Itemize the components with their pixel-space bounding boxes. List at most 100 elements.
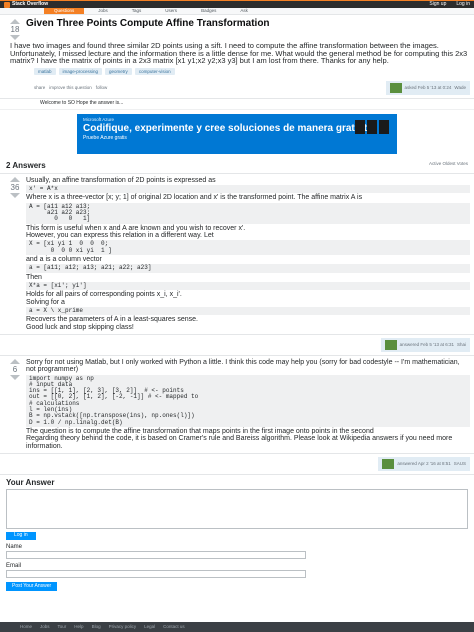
name-label: Name [6, 543, 23, 550]
answer-1-meta: answered Feb 5 '13 at 6:31 Shai [0, 335, 474, 356]
downvote-icon[interactable] [10, 192, 20, 198]
tag[interactable]: matlab [34, 67, 56, 75]
tag[interactable]: image-processing [58, 67, 103, 75]
upvote-icon[interactable] [10, 358, 20, 364]
footer-link[interactable]: Blog [92, 624, 101, 629]
answerer-card: answered Feb 5 '13 at 6:31 Shai [380, 337, 470, 352]
answerer-name[interactable]: Shai [457, 342, 466, 347]
answer-body: Sorry for not using Matlab, but I only w… [26, 359, 470, 450]
answer-text: Holds for all pairs of corresponding poi… [26, 291, 182, 299]
comment: Welcome to SO Hope the answer is... [0, 99, 474, 110]
login-button[interactable]: Log in [6, 532, 36, 540]
answerer-card: answered Apr 2 '16 at 8:51 SAUS [378, 457, 470, 471]
vote-count: 18 [10, 25, 20, 34]
asker-card: asked Feb 5 '13 at 0:24 Wade [385, 80, 470, 95]
answer-text: This form is useful when x and A are kno… [26, 224, 246, 232]
footer-link[interactable]: Tour [58, 624, 67, 629]
footer: Home Jobs Tour Help Blog Privacy policy … [0, 622, 474, 632]
answer-text: Solving for a [26, 298, 65, 306]
improve-link[interactable]: improve this question [49, 85, 92, 90]
code-block: X = [xi yi 1 0 0 0; 0 0 0 xi yi 1 ] [26, 240, 470, 255]
answer-text: Then [26, 273, 42, 281]
footer-link[interactable]: Contact us [163, 624, 185, 629]
your-answer-section: Your Answer Log in Name Email Post Your … [0, 475, 474, 594]
nav-users[interactable]: Users [155, 8, 187, 13]
ad-banner[interactable]: Microsoft Azure Codifique, experimente y… [77, 113, 397, 154]
footer-link[interactable]: Privacy policy [109, 624, 137, 629]
email-field[interactable] [6, 569, 306, 578]
answer-text: However, you can express this relation i… [26, 232, 214, 240]
code-block: import numpy as np # input data ins = [[… [26, 374, 470, 427]
question-meta: share improve this question follow asked… [0, 78, 474, 99]
code-block: A = [a11 a12 a13; a21 a22 a23; 0 0 1] [26, 202, 470, 224]
site-logo[interactable]: Stack Overflow [4, 0, 49, 8]
answers-header: 2 Answers Active Oldest Votes [0, 158, 474, 174]
answered-date: answered Apr 2 '16 at 8:51 [397, 461, 451, 467]
question-title[interactable]: Given Three Points Compute Affine Transf… [26, 18, 270, 40]
ad-graphic [355, 119, 389, 134]
nav-questions[interactable]: Questions [44, 8, 85, 14]
answer-text: Good luck and stop skipping class! [26, 323, 134, 331]
nav-bar: Questions Jobs Tags Users Badges Ask [0, 8, 474, 15]
ad-brand: Microsoft Azure [83, 116, 115, 122]
vote-count: 6 [12, 364, 18, 374]
vote-count: 36 [10, 182, 20, 192]
nav-ask[interactable]: Ask [230, 8, 258, 13]
footer-link[interactable]: Legal [144, 624, 155, 629]
share-link[interactable]: share [34, 85, 45, 90]
question-body: I have two images and found three simila… [10, 41, 468, 66]
top-bar: Stack Overflow Sign up Log in [0, 0, 474, 8]
ad-cta[interactable]: Pruebe Azure gratis [83, 135, 391, 142]
answers-count: 2 Answers [6, 160, 46, 170]
answerer-name[interactable]: SAUS [454, 461, 466, 466]
code-block: X*a = [xi'; yi'] [26, 281, 470, 291]
footer-link[interactable]: Help [74, 624, 83, 629]
answer-vote: 6 [4, 358, 26, 450]
code-block: a = [a11; a12; a13; a21; a22; a23] [26, 264, 470, 273]
question-vote: 18 [4, 19, 26, 41]
answer-2: 6 Sorry for not using Matlab, but I only… [0, 356, 474, 454]
answer-text: Recovers the parameters of A in a least-… [26, 316, 198, 324]
answered-date: answered Feb 5 '13 at 6:31 [399, 342, 454, 348]
site-name: Stack Overflow [12, 0, 49, 7]
answer-editor[interactable] [6, 489, 468, 530]
downvote-icon[interactable] [10, 375, 20, 381]
nav-tags[interactable]: Tags [122, 8, 152, 13]
answer-text: The question is to compute the affine tr… [26, 427, 374, 435]
follow-link[interactable]: follow [96, 85, 108, 90]
answer-body: Usually, an affine transformation of 2D … [26, 177, 470, 331]
answer-2-meta: answered Apr 2 '16 at 8:51 SAUS [0, 454, 474, 475]
answer-1: 36 Usually, an affine transformation of … [0, 174, 474, 335]
login-link[interactable]: Log in [456, 1, 470, 8]
answer-text: Usually, an affine transformation of 2D … [26, 176, 216, 184]
asker-name[interactable]: Wade [454, 85, 466, 90]
asked-date: asked Feb 5 '13 at 0:24 [404, 85, 452, 91]
signup-link[interactable]: Sign up [429, 1, 446, 8]
answer-text: and a is a column vector [26, 255, 102, 263]
tag[interactable]: computer-vision [134, 67, 175, 75]
question-header: 18 Given Three Points Compute Affine Tra… [0, 15, 474, 42]
answer-text: Where x is a three-vector [x; y; 1] of o… [26, 194, 363, 202]
tag[interactable]: geometry [105, 67, 132, 75]
code-block: x' = A*x [26, 185, 470, 194]
avatar[interactable] [384, 339, 397, 350]
ad-headline: Codifique, experimente y cree soluciones… [83, 122, 373, 134]
code-block: a = X \ x_prime [26, 306, 470, 316]
your-answer-title: Your Answer [6, 478, 55, 487]
answer-text: Sorry for not using Matlab, but I only w… [26, 358, 460, 374]
email-label: Email [6, 562, 22, 569]
name-field[interactable] [6, 550, 306, 559]
answer-vote: 36 [4, 176, 26, 331]
upvote-icon[interactable] [10, 176, 20, 182]
avatar[interactable] [389, 82, 402, 93]
nav-jobs[interactable]: Jobs [88, 8, 118, 13]
upvote-icon[interactable] [10, 19, 20, 24]
downvote-icon[interactable] [10, 35, 20, 41]
nav-badges[interactable]: Badges [191, 8, 226, 13]
footer-link[interactable]: Home [20, 624, 32, 629]
stack-overflow-icon [4, 1, 10, 8]
avatar[interactable] [382, 459, 395, 469]
answers-sort[interactable]: Active Oldest Votes [429, 161, 468, 170]
post-answer-button[interactable]: Post Your Answer [6, 581, 58, 592]
footer-link[interactable]: Jobs [40, 624, 50, 629]
